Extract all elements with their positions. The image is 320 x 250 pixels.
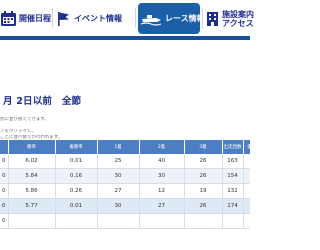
table-cell — [139, 213, 185, 229]
nav-schedule[interactable]: 開催日程 — [0, 3, 51, 34]
table-cell: 19 — [184, 183, 223, 199]
nav-facility-label: 施設案内 アクセス — [222, 10, 254, 28]
table-cell: 27 — [139, 198, 185, 214]
column-header-starts[interactable]: 出走回数 — [222, 140, 244, 154]
nav-facility-label-line2: アクセス — [222, 18, 254, 28]
table-cell: 25 — [97, 154, 140, 169]
table-cell: 5.84 — [8, 168, 56, 184]
boat-icon — [140, 15, 162, 26]
nav-race-info-label: レース情報 — [165, 14, 205, 23]
table-cell — [243, 154, 250, 169]
table-cell — [243, 198, 250, 214]
table-cell: 0.01 — [55, 154, 98, 169]
column-header[interactable] — [0, 140, 9, 154]
page-title: 月 2日以前 全節 — [3, 96, 82, 107]
table-cell: 132 — [222, 183, 244, 199]
table-cell — [55, 213, 98, 229]
table-cell: 30 — [97, 198, 140, 214]
table-cell: 0 — [0, 213, 9, 229]
table-cell: 0.16 — [55, 168, 98, 184]
table-row[interactable]: 0 5.84 0.16 30 30 26 154 — [0, 168, 250, 184]
table-cell: 26 — [184, 168, 223, 184]
column-header-place-rate[interactable]: 複勝率 — [55, 140, 98, 154]
column-header-wins[interactable]: 優 — [243, 140, 250, 154]
table-cell: 0.01 — [55, 198, 98, 214]
sort-notes: 別に並び替えできます。 ンをクリックし、 ごとに並べ替えが行われます。 — [0, 117, 60, 141]
column-header-first[interactable]: 1着 — [97, 140, 140, 154]
table-row[interactable]: 0 5.77 0.01 30 27 26 174 — [0, 198, 250, 214]
nav-facility-label-line1: 施設案内 — [222, 9, 254, 19]
table-row[interactable]: 0 — [0, 213, 250, 229]
table-cell — [97, 213, 140, 229]
nav-divider — [202, 8, 203, 28]
nav-race-info[interactable]: レース情報 — [138, 3, 205, 34]
table-cell: 0 — [0, 183, 9, 199]
table-cell: 27 — [97, 183, 140, 199]
table-row[interactable]: 0 5.86 0.26 27 12 19 132 — [0, 183, 250, 199]
nav-divider — [135, 8, 136, 28]
table-cell: 26 — [184, 154, 223, 169]
table-cell: 0 — [0, 168, 9, 184]
building-icon — [207, 12, 218, 26]
column-header-win-rate[interactable]: 勝率 — [8, 140, 56, 154]
nav-event[interactable]: イベント情報 — [55, 3, 135, 34]
table-cell: 40 — [139, 154, 185, 169]
table-cell: 26 — [184, 198, 223, 214]
table-cell: 0.26 — [55, 183, 98, 199]
nav-divider — [52, 8, 53, 28]
table-cell: 30 — [139, 168, 185, 184]
table-cell: 0 — [0, 154, 9, 169]
table-row[interactable]: 0 6.02 0.01 25 40 26 163 — [0, 154, 250, 169]
table-cell — [184, 213, 223, 229]
table-cell: 163 — [222, 154, 244, 169]
column-header-second[interactable]: 2着 — [139, 140, 185, 154]
table-cell: 154 — [222, 168, 244, 184]
calendar-icon — [1, 11, 16, 26]
table-cell: 174 — [222, 198, 244, 214]
table-cell: 6.02 — [8, 154, 56, 169]
racer-stats-table: 勝率 複勝率 1着 2着 3着 出走回数 優 0 6.02 0.01 25 40… — [0, 140, 250, 250]
table-cell: 5.77 — [8, 198, 56, 214]
nav-schedule-label: 開催日程 — [19, 14, 51, 23]
table-cell: 30 — [97, 168, 140, 184]
table-cell — [8, 213, 56, 229]
table-cell: 0 — [0, 198, 9, 214]
flag-icon — [58, 12, 69, 26]
nav-underline — [0, 36, 250, 40]
nav-event-label: イベント情報 — [74, 14, 122, 23]
table-cell: 12 — [139, 183, 185, 199]
table-cell — [243, 168, 250, 184]
table-cell — [243, 213, 250, 229]
main-nav: 開催日程 イベント情報 レース情報 施設案内 アクセス — [0, 0, 254, 36]
table-header-row: 勝率 複勝率 1着 2着 3着 出走回数 優 — [0, 140, 250, 154]
table-cell: 5.86 — [8, 183, 56, 199]
table-cell — [243, 183, 250, 199]
table-cell — [222, 213, 244, 229]
nav-facility-access[interactable]: 施設案内 アクセス — [205, 3, 254, 34]
column-header-third[interactable]: 3着 — [184, 140, 223, 154]
